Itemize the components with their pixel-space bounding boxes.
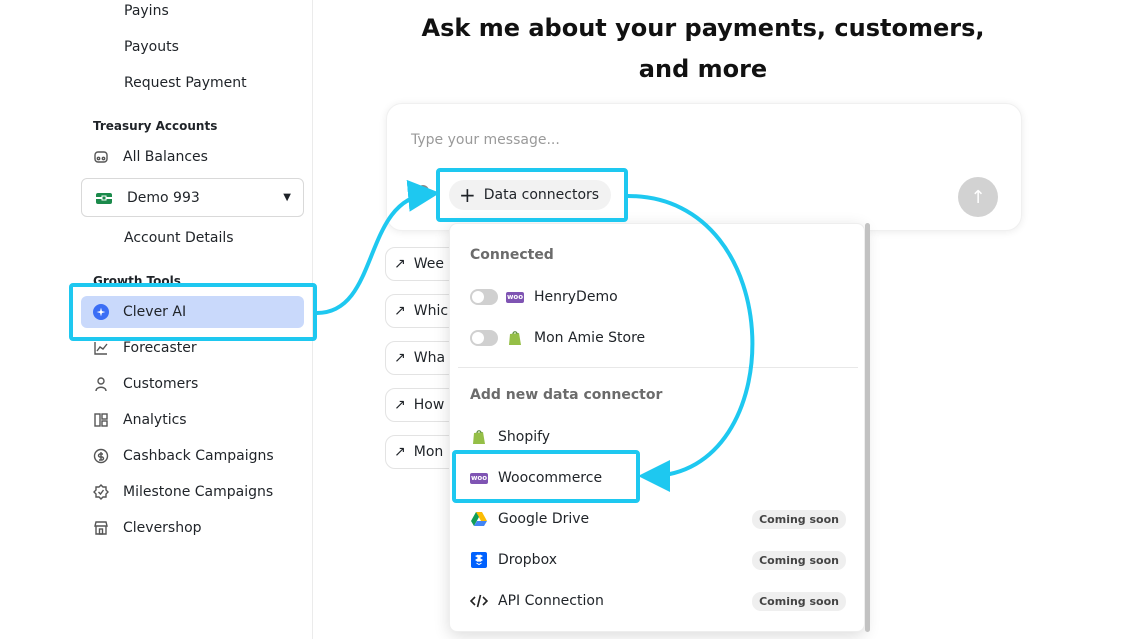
dropbox-logo (470, 552, 488, 568)
code-icon (470, 593, 488, 609)
trend-up-icon: ↗ (394, 444, 406, 460)
shopify-logo (506, 330, 524, 346)
connector-label: API Connection (498, 593, 604, 609)
sidebar-item-analytics[interactable]: Analytics (93, 409, 187, 431)
arrow-up-icon: ↑ (970, 186, 986, 208)
sidebar-item-all-balances[interactable]: All Balances (93, 146, 208, 168)
connector-label: Google Drive (498, 511, 590, 527)
google-drive-logo (470, 511, 488, 527)
sidebar-item-label: Analytics (123, 412, 187, 428)
connector-option-shopify[interactable]: Shopify (470, 425, 846, 449)
sidebar-item-request-payment[interactable]: Request Payment (124, 75, 247, 91)
sidebar-item-payouts[interactable]: Payouts (124, 39, 179, 55)
sidebar-item-customers[interactable]: Customers (93, 373, 198, 395)
connector-label: Mon Amie Store (534, 330, 646, 346)
sidebar-item-label: Customers (123, 376, 199, 392)
page-title: Ask me about your payments, customers, a… (421, 14, 985, 83)
connector-option-google-drive[interactable]: Google Drive Coming soon (470, 507, 846, 531)
account-select-value: Demo 993 (127, 189, 200, 206)
sidebar-item-label: Cashback Campaigns (123, 448, 274, 464)
highlight-woocommerce (452, 450, 640, 503)
store-icon (93, 520, 109, 536)
sidebar-item-label: Milestone Campaigns (123, 484, 274, 500)
sidebar-item-cashback-campaigns[interactable]: Cashback Campaigns (93, 445, 274, 467)
highlight-clever-ai (69, 283, 317, 341)
sidebar-item-label: Forecaster (123, 340, 197, 356)
connector-mon-amie-store[interactable]: Mon Amie Store (470, 326, 846, 350)
shopify-logo (470, 429, 488, 445)
chevron-down-icon: ▼ (283, 192, 291, 203)
sidebar-item-milestone-campaigns[interactable]: Milestone Campaigns (93, 481, 273, 503)
sidebar-item-clevershop[interactable]: Clevershop (93, 517, 202, 539)
account-select[interactable]: Demo 993 ▼ (81, 178, 304, 217)
connector-toggle[interactable] (470, 330, 498, 346)
user-icon (93, 376, 109, 392)
attach-icon[interactable] (417, 185, 429, 197)
coming-soon-badge: Coming soon (752, 509, 846, 529)
connector-label: Shopify (498, 429, 551, 445)
sidebar-item-label: All Balances (123, 149, 208, 165)
connector-label: Dropbox (498, 552, 557, 568)
suggestion-label: How (413, 397, 445, 413)
woocommerce-logo: woo (506, 291, 524, 303)
sidebar-item-account-details[interactable]: Account Details (124, 230, 234, 246)
chart-line-icon (93, 340, 109, 356)
coming-soon-badge: Coming soon (752, 591, 846, 611)
connector-toggle[interactable] (470, 289, 498, 305)
coming-soon-badge: Coming soon (752, 550, 846, 570)
connected-heading: Connected (470, 247, 554, 263)
add-connector-heading: Add new data connector (470, 387, 663, 403)
coin-icon (93, 448, 109, 464)
layout-icon (93, 412, 109, 428)
suggestion-label: Whic (413, 303, 449, 319)
trend-up-icon: ↗ (394, 397, 406, 413)
message-input[interactable]: Type your message... (411, 132, 560, 148)
sidebar-item-payins[interactable]: Payins (124, 3, 169, 19)
menu-scrollbar[interactable] (865, 223, 870, 632)
account-chest-icon (95, 191, 113, 205)
connector-option-dropbox[interactable]: Dropbox Coming soon (470, 548, 846, 572)
suggestion-label: Mon (413, 444, 444, 460)
menu-divider (458, 367, 858, 368)
data-connectors-menu: Connected woo HenryDemo Mon Amie Store A… (449, 223, 865, 632)
send-button[interactable]: ↑ (958, 177, 998, 217)
trend-up-icon: ↗ (394, 256, 406, 272)
treasury-section-label: Treasury Accounts (93, 119, 218, 133)
badge-icon (93, 484, 109, 500)
wallet-icon (93, 149, 109, 165)
connector-label: HenryDemo (534, 289, 618, 305)
connector-henrydemo[interactable]: woo HenryDemo (470, 285, 846, 309)
sidebar-item-label: Clevershop (123, 520, 202, 536)
trend-up-icon: ↗ (394, 350, 406, 366)
suggestion-label: Wha (413, 350, 446, 366)
highlight-data-connectors (436, 168, 628, 222)
suggestion-label: Wee (413, 256, 444, 272)
connector-option-api-connection[interactable]: API Connection Coming soon (470, 589, 846, 613)
trend-up-icon: ↗ (394, 303, 406, 319)
